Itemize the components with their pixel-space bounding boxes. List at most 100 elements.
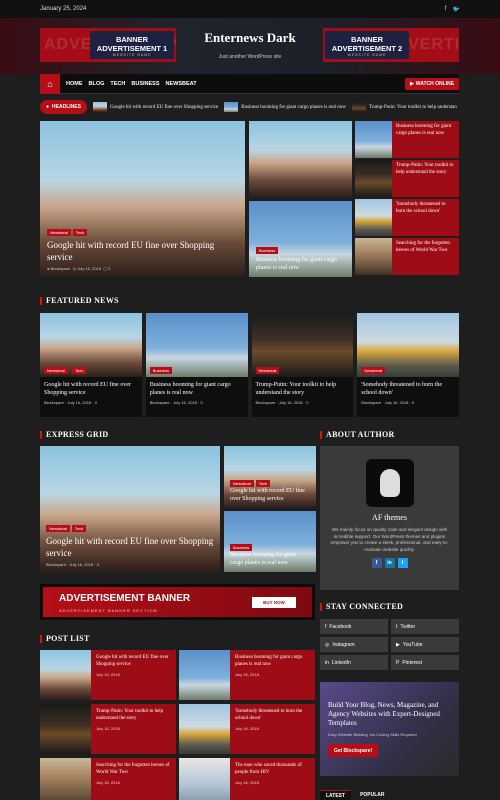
home-icon[interactable]: ⌂ bbox=[40, 74, 60, 94]
featured-card[interactable]: Newsbeat Tech Google hit with record EU f… bbox=[40, 313, 142, 417]
post-title[interactable]: Searching for the forgotten heroes of Wo… bbox=[96, 763, 171, 776]
express-grid-main[interactable]: Newsbeat Tech Google hit with record EU f… bbox=[40, 446, 220, 572]
youtube-link[interactable]: ▶ YouTube bbox=[391, 637, 459, 652]
post-list-item[interactable]: Searching for the forgotten heroes of Wo… bbox=[40, 758, 176, 800]
express-grid-small[interactable]: Newsbeat Tech Google hit with record EU f… bbox=[224, 446, 316, 508]
nav-item-newsbeat[interactable]: NEWSBEAT bbox=[166, 81, 197, 87]
blockspare-ad-subtitle: Easy Website Building, No Coding Skills … bbox=[328, 732, 417, 737]
facebook-link[interactable]: f Facebook bbox=[320, 619, 388, 634]
post-title[interactable]: 'Somebody threatened to burn the school … bbox=[235, 709, 310, 722]
post-date: July 16, 2018 bbox=[96, 726, 120, 731]
ticker-item[interactable]: Trump-Putin: Your toolkit to help unders… bbox=[351, 102, 457, 112]
facebook-icon[interactable]: f bbox=[371, 558, 382, 568]
category-tag[interactable]: Tech bbox=[72, 367, 87, 374]
post-title[interactable]: Trump-Putin: Your toolkit to help unders… bbox=[96, 709, 171, 722]
social-label: Instagram bbox=[332, 641, 355, 648]
nav-item-tech[interactable]: TECH bbox=[110, 81, 125, 87]
mid-post-title[interactable]: Business booming for giant cargo planes … bbox=[256, 256, 346, 272]
ticker-item[interactable]: Business booming for giant cargo planes … bbox=[224, 102, 346, 112]
featured-card-title[interactable]: Business booming for giant cargo planes … bbox=[150, 381, 244, 397]
linkedin-icon[interactable]: in bbox=[384, 558, 395, 568]
post-list-item[interactable]: Business booming for giant cargo planes … bbox=[179, 650, 315, 700]
nav-item-home[interactable]: HOME bbox=[66, 81, 83, 87]
header-ad-banner-1[interactable]: ADVERTISEMENT BANNERADVERTISEMENT 1 WEBS… bbox=[40, 28, 176, 62]
side-post[interactable]: Business booming for giant cargo planes … bbox=[355, 121, 459, 158]
twitter-icon[interactable]: t bbox=[397, 558, 408, 568]
tab-popular[interactable]: POPULAR bbox=[354, 790, 390, 800]
stay-connected-heading: STAY CONNECTED bbox=[320, 602, 403, 611]
get-blockspare-button[interactable]: Get Blockspare! bbox=[328, 744, 378, 757]
hero-title[interactable]: Google hit with record EU fine over Shop… bbox=[47, 239, 238, 263]
category-tag[interactable]: Tech bbox=[71, 525, 87, 532]
express-small-title[interactable]: Business booming for giant cargo planes … bbox=[230, 551, 310, 567]
side-post[interactable]: Trump-Putin: Your toolkit to help unders… bbox=[355, 160, 459, 197]
featured-card[interactable]: Newsbeat 'Somebody threatened to burn th… bbox=[357, 313, 459, 417]
mid-post[interactable] bbox=[249, 121, 352, 197]
ad-banner-inner: ADVERTISEMENT BANNER ADVERTISEMENT BANNE… bbox=[43, 587, 312, 617]
post-date: July 16, 2018 bbox=[235, 780, 259, 785]
nav-item-blog[interactable]: BLOG bbox=[89, 81, 105, 87]
category-tag[interactable]: Newsbeat bbox=[47, 229, 71, 236]
post-list-item[interactable]: 'Somebody threatened to burn the school … bbox=[179, 704, 315, 754]
category-tag[interactable]: Tech bbox=[72, 229, 88, 236]
express-small-title[interactable]: Google hit with record EU fine over Shop… bbox=[230, 487, 310, 503]
category-tag[interactable]: Business bbox=[230, 544, 253, 551]
top-social-links: f 🐦 bbox=[445, 6, 460, 13]
category-tag[interactable]: Newsbeat bbox=[255, 367, 280, 374]
ad-banner-title: ADVERTISEMENT BANNER bbox=[59, 593, 191, 604]
category-tag[interactable]: Newsbeat bbox=[230, 480, 254, 487]
post-list-item[interactable]: Trump-Putin: Your toolkit to help unders… bbox=[40, 704, 176, 754]
linkedin-link[interactable]: in LinkedIn bbox=[320, 655, 388, 670]
category-tag[interactable]: Newsbeat bbox=[361, 367, 386, 374]
express-grid-small[interactable]: Business Business booming for giant carg… bbox=[224, 511, 316, 572]
hero-post[interactable]: Newsbeat Tech Google hit with record EU f… bbox=[40, 121, 245, 277]
blockspare-ad[interactable]: Build Your Blog, News, Magazine, and Age… bbox=[320, 682, 459, 776]
post-author: Blockspare bbox=[50, 266, 71, 271]
category-tag[interactable]: Tech bbox=[255, 480, 271, 487]
about-author-widget: AF themes We mainly focus on quality cod… bbox=[320, 446, 459, 590]
nav-item-business[interactable]: BUSINESS bbox=[131, 81, 159, 87]
featured-card-title[interactable]: Trump-Putin: Your toolkit to help unders… bbox=[256, 381, 350, 397]
featured-card-title[interactable]: Google hit with record EU fine over Shop… bbox=[44, 381, 138, 397]
category-tag[interactable]: Business bbox=[149, 367, 172, 374]
side-post-thumb bbox=[355, 160, 392, 197]
express-main-title[interactable]: Google hit with record EU fine over Shop… bbox=[46, 535, 214, 559]
site-title[interactable]: Enternews Dark bbox=[180, 30, 320, 46]
category-tag[interactable]: Newsbeat bbox=[46, 525, 70, 532]
post-title[interactable]: The man who saved thousands of people fr… bbox=[235, 763, 310, 776]
ticker-thumb bbox=[92, 102, 107, 112]
post-date: July 16, 2018 bbox=[96, 780, 120, 785]
advertisement-banner[interactable]: ADVERTISEMENT BANNER ADVERTISEMENT BANNE… bbox=[40, 584, 315, 620]
tab-latest[interactable]: LATEST bbox=[320, 790, 352, 800]
category-tag[interactable]: Newsbeat bbox=[44, 367, 68, 374]
blockspare-ad-title: Build Your Blog, News, Magazine, and Age… bbox=[328, 701, 440, 727]
play-icon: ▶ bbox=[409, 81, 414, 87]
mid-post[interactable]: Business Business booming for giant carg… bbox=[249, 201, 352, 277]
featured-card-title[interactable]: 'Somebody threatened to burn the school … bbox=[361, 381, 455, 397]
facebook-icon[interactable]: f bbox=[445, 6, 447, 13]
featured-card[interactable]: Newsbeat Trump-Putin: Your toolkit to he… bbox=[251, 313, 354, 417]
watch-online-button[interactable]: ▶ WATCH ONLINE bbox=[405, 78, 459, 90]
side-post[interactable]: 'Somebody threatened to burn the school … bbox=[355, 199, 459, 236]
express-grid-heading: EXPRESS GRID bbox=[40, 430, 109, 439]
post-list-item[interactable]: Google hit with record EU fine over Shop… bbox=[40, 650, 176, 700]
current-date: January 25, 2024 bbox=[40, 6, 87, 12]
post-title[interactable]: Business booming for giant cargo planes … bbox=[235, 655, 310, 668]
buy-now-button[interactable]: BUY NOW bbox=[252, 597, 296, 608]
pinterest-link[interactable]: P Pinterest bbox=[391, 655, 459, 670]
twitter-link[interactable]: t Twitter bbox=[391, 619, 459, 634]
ticker-item-title: Trump-Putin: Your toolkit to help unders… bbox=[368, 104, 457, 110]
post-title[interactable]: Google hit with record EU fine over Shop… bbox=[96, 655, 171, 668]
twitter-icon[interactable]: 🐦 bbox=[453, 6, 460, 13]
ticker-item[interactable]: Google hit with record EU fine over Shop… bbox=[92, 102, 218, 112]
pinterest-icon: P bbox=[396, 659, 400, 666]
ad-card: BANNER ADVERTISEMENT 1 WEBSITE NAME bbox=[90, 31, 174, 59]
category-tag[interactable]: Business bbox=[256, 247, 279, 254]
side-post[interactable]: Searching for the forgotten heroes of Wo… bbox=[355, 238, 459, 275]
social-label: Pinterest bbox=[402, 659, 423, 666]
featured-card[interactable]: Business Business booming for giant carg… bbox=[145, 313, 248, 417]
instagram-link[interactable]: ◎ Instagram bbox=[320, 637, 388, 652]
post-thumb bbox=[40, 650, 91, 700]
post-list-item[interactable]: The man who saved thousands of people fr… bbox=[179, 758, 315, 800]
header-ad-banner-2[interactable]: ADVERTISEMENT BANNERADVERTISEMENT 2 WEBS… bbox=[323, 28, 459, 62]
